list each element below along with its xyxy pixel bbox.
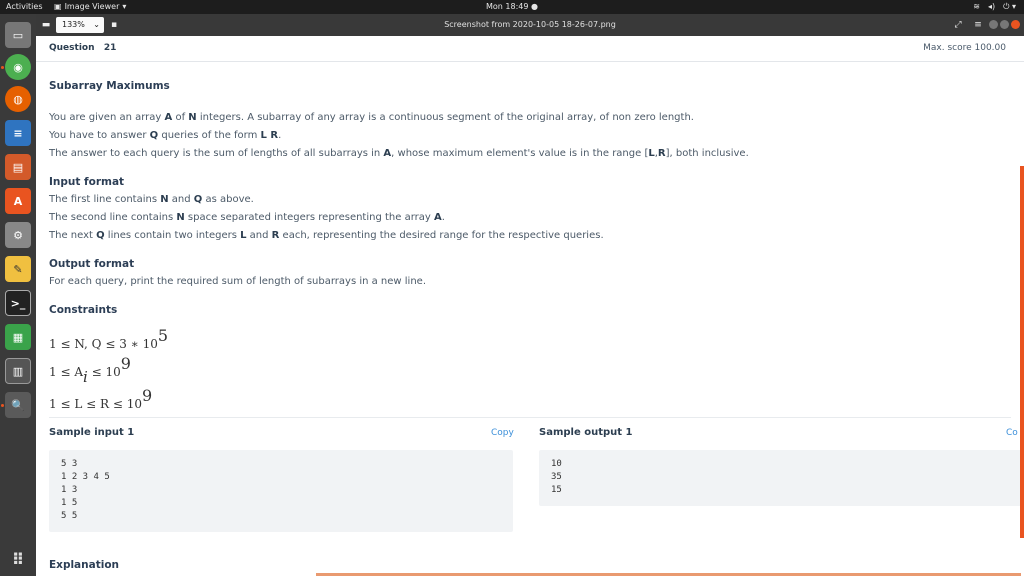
clock[interactable]: Mon 18:49 ●: [0, 2, 1024, 11]
max-score: Max. score 100.00: [923, 43, 1006, 53]
statement-line: The answer to each query is the sum of l…: [49, 148, 749, 159]
image-viewer-dock-icon[interactable]: 🔍: [5, 392, 31, 418]
system-top-bar: Activities ▣ Image Viewer ▾ Mon 18:49 ● …: [0, 0, 1024, 14]
question-header: Question 21 Max. score 100.00: [36, 36, 1024, 62]
copy-input-button[interactable]: Copy: [491, 428, 514, 438]
statement-line: You are given an array A of N integers. …: [49, 112, 694, 123]
firefox-icon[interactable]: ◍: [5, 86, 31, 112]
input-format-line: The next Q lines contain two integers L …: [49, 230, 604, 241]
sample-output-line: 15: [551, 485, 562, 495]
close-icon[interactable]: [1011, 20, 1020, 29]
maximize-icon[interactable]: [1000, 20, 1009, 29]
problem-title: Subarray Maximums: [49, 80, 170, 92]
settings-icon[interactable]: ⚙: [5, 222, 31, 248]
sample-input-line: 5 5: [61, 511, 78, 521]
volume-icon: ◂): [987, 2, 996, 11]
sample-input-line: 1 5: [61, 498, 78, 508]
impress-icon[interactable]: ▤: [5, 154, 31, 180]
sample-input-line: 1 2 3 4 5: [61, 472, 110, 482]
sample-output-line: 35: [551, 472, 562, 482]
input-format-heading: Input format: [49, 176, 125, 188]
minimize-icon[interactable]: [989, 20, 998, 29]
sample-input-title: Sample input 1: [49, 427, 135, 438]
files-icon[interactable]: ▭: [5, 22, 31, 48]
sample-input-box: 5 3 1 2 3 4 5 1 3 1 5 5 5: [49, 450, 513, 532]
sample-output-box: 10 35 15: [539, 450, 1024, 506]
wifi-icon: ≋: [973, 2, 980, 11]
vertical-scrollbar[interactable]: [1020, 166, 1024, 538]
show-applications-icon[interactable]: ⠿: [5, 546, 31, 572]
window-controls: [989, 20, 1020, 29]
power-icon: ⏻ ▾: [1003, 2, 1016, 11]
constraint-a: 1 ≤ Ai ≤ 109: [49, 354, 131, 386]
sample-input-line: 5 3: [61, 459, 78, 469]
constraint-l-r: 1 ≤ L ≤ R ≤ 109: [49, 386, 153, 411]
sample-input-line: 1 3: [61, 485, 78, 495]
software-center-icon[interactable]: A: [5, 188, 31, 214]
sample-output-line: 10: [551, 459, 562, 469]
text-editor-icon[interactable]: ✎: [5, 256, 31, 282]
fullscreen-icon[interactable]: ⤢: [952, 19, 964, 31]
image-canvas[interactable]: Question 21 Max. score 100.00 Subarray M…: [36, 36, 1024, 576]
input-format-line: The second line contains N space separat…: [49, 212, 445, 223]
system-tray[interactable]: ≋ ◂) ⏻ ▾: [973, 2, 1016, 12]
dock: ▭ ◉ ◍ ≡ ▤ A ⚙ ✎ >_ ▦ ▥ 🔍 ⠿: [0, 14, 36, 576]
calc-icon[interactable]: ▦: [5, 324, 31, 350]
output-format-text: For each query, print the required sum o…: [49, 276, 427, 287]
chrome-icon[interactable]: ◉: [5, 54, 31, 80]
copy-output-button[interactable]: Co: [1006, 428, 1018, 438]
explanation-heading: Explanation: [49, 559, 120, 571]
output-format-heading: Output format: [49, 258, 135, 270]
running-indicator: [1, 404, 4, 407]
statement-line: You have to answer Q queries of the form…: [49, 130, 282, 141]
calculator-icon[interactable]: ▥: [5, 358, 31, 384]
running-indicator: [1, 66, 4, 69]
divider: [49, 417, 1011, 418]
menu-icon[interactable]: ≡: [972, 19, 984, 31]
sample-output-title: Sample output 1: [539, 427, 633, 438]
input-format-line: The first line contains N and Q as above…: [49, 194, 254, 205]
terminal-icon[interactable]: >_: [5, 290, 31, 316]
writer-icon[interactable]: ≡: [5, 120, 31, 146]
image-viewer-headerbar: ▬ 133% ⌄ ▪ Screenshot from 2020-10-05 18…: [36, 14, 1024, 36]
constraint-n-q: 1 ≤ N, Q ≤ 3 ∗ 105: [49, 326, 169, 351]
question-label: Question 21: [49, 43, 117, 53]
window-title: Screenshot from 2020-10-05 18-26-07.png: [444, 20, 616, 29]
constraints-heading: Constraints: [49, 304, 118, 316]
